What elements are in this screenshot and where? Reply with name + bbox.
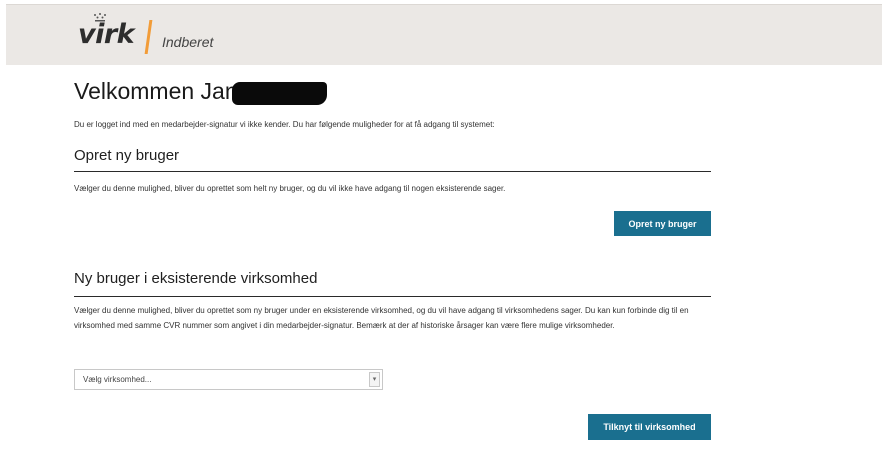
site-header: virk Indberet bbox=[6, 4, 882, 65]
section-title-existing-company: Ny bruger i eksisterende virksomhed bbox=[74, 270, 318, 287]
create-user-button[interactable]: Opret ny bruger bbox=[614, 211, 711, 236]
section-divider bbox=[74, 296, 711, 297]
company-select-value: Vælg virksomhed... bbox=[83, 375, 152, 384]
section-divider bbox=[74, 171, 711, 172]
intro-text: Du er logget ind med en medarbejder-sign… bbox=[74, 120, 495, 129]
company-select[interactable]: Vælg virksomhed... ▾ bbox=[74, 369, 383, 390]
section-title-new-user: Opret ny bruger bbox=[74, 147, 180, 164]
redacted-name bbox=[232, 82, 327, 105]
section-text-existing-company: Vælger du denne mulighed, bliver du opre… bbox=[74, 306, 689, 330]
link-company-button[interactable]: Tilknyt til virksomhed bbox=[588, 414, 711, 440]
virk-logo[interactable]: virk bbox=[78, 19, 135, 50]
page-title: Velkommen Jan bbox=[74, 78, 238, 104]
chevron-down-icon[interactable]: ▾ bbox=[369, 372, 380, 387]
logo-divider bbox=[144, 20, 153, 54]
service-name: Indberet bbox=[162, 34, 214, 50]
section-text-new-user: Vælger du denne mulighed, bliver du opre… bbox=[74, 184, 506, 193]
